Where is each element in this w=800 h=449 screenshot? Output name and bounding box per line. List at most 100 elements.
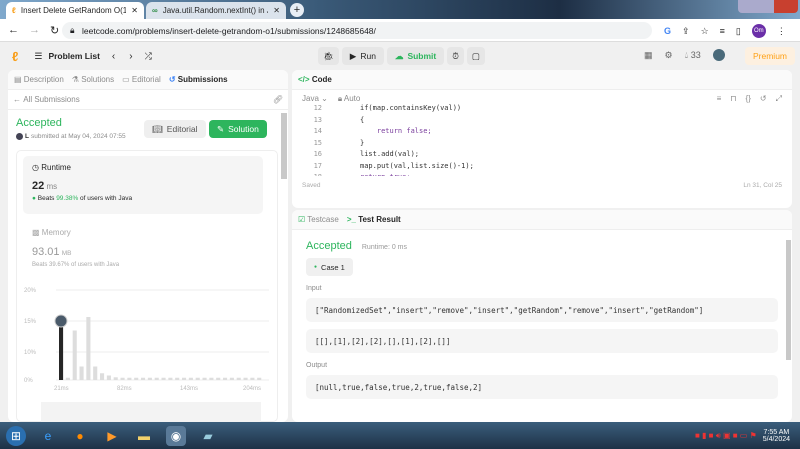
back-icon[interactable]: ← bbox=[8, 24, 19, 36]
media-player-icon[interactable]: ▶ bbox=[102, 426, 122, 446]
streak-count: 33 bbox=[690, 49, 701, 60]
reload-icon[interactable]: ↻ bbox=[50, 24, 59, 37]
tab-testcase[interactable]: ☑ Testcase bbox=[298, 215, 339, 224]
result-scrollbar[interactable] bbox=[786, 240, 791, 360]
memory-card[interactable]: ▩ Memory 93.01 MB Beats 39.67% of users … bbox=[32, 228, 119, 268]
start-button-icon[interactable]: ⊞ bbox=[6, 425, 26, 446]
username[interactable]: L bbox=[25, 133, 29, 140]
tab-submissions[interactable]: ↺ Submissions bbox=[169, 75, 228, 84]
notes-button[interactable]: ▢ bbox=[466, 47, 485, 65]
browser-tab-active[interactable]: ℓ Insert Delete GetRandom O(1) - ✕ bbox=[6, 2, 144, 19]
output-label: Output bbox=[306, 362, 328, 369]
y-tick-label: 20% bbox=[24, 288, 37, 294]
tray-icons[interactable]: ■ ▮ ■ 🔊︎ ▣ ■ ▭ ⚑ bbox=[695, 431, 757, 441]
solution-button[interactable]: ✎ Solution bbox=[209, 120, 267, 138]
tab-description[interactable]: ▤ Description bbox=[14, 75, 64, 84]
format-icon[interactable]: ≡ bbox=[717, 94, 722, 104]
all-submissions-link[interactable]: All Submissions bbox=[23, 95, 79, 104]
next-problem-icon[interactable]: › bbox=[129, 51, 132, 62]
cursor-position: Ln 31, Col 25 bbox=[743, 182, 782, 189]
app-icon[interactable]: ▰ bbox=[198, 426, 218, 446]
code-line: 12 if(map.containsKey(val)) bbox=[292, 103, 792, 115]
browser-tab[interactable]: ∞ Java.util.Random.nextInt() in Java ✕ bbox=[146, 2, 286, 19]
window-controls[interactable] bbox=[738, 0, 798, 13]
bookmark-star-icon[interactable]: ☆ bbox=[701, 26, 709, 37]
prev-problem-icon[interactable]: ‹ bbox=[112, 51, 115, 62]
streak-counter[interactable]: 💧︎ 33 bbox=[685, 50, 701, 61]
runtime-distribution-chart[interactable]: 20% 15% 10% 0% 21ms 82ms 143ms 204ms bbox=[24, 280, 274, 390]
output-value[interactable]: [null,true,false,true,2,true,false,2] bbox=[306, 375, 778, 399]
submit-button[interactable]: ☁ Submit bbox=[386, 47, 445, 65]
auto-mode[interactable]: 🔒︎ Auto bbox=[338, 94, 361, 104]
histogram-bar bbox=[236, 377, 241, 380]
url-input[interactable]: 🔒︎ leetcode.com/problems/insert-delete-ge… bbox=[62, 22, 652, 39]
gfg-favicon-icon: ∞ bbox=[152, 6, 158, 15]
braces-icon[interactable]: {} bbox=[746, 94, 751, 104]
line-number: 16 bbox=[313, 150, 322, 158]
premium-button[interactable]: Premium bbox=[745, 47, 796, 65]
close-tab-icon[interactable]: ✕ bbox=[273, 6, 280, 15]
timer-button[interactable]: ⏰︎ bbox=[447, 47, 464, 65]
histogram-bar bbox=[161, 377, 166, 380]
run-button[interactable]: ▶ Run bbox=[341, 47, 384, 65]
y-tick-label: 10% bbox=[24, 350, 37, 356]
back-arrow-icon[interactable]: ← bbox=[13, 95, 23, 104]
beats-prefix: Beats bbox=[37, 195, 55, 202]
browser-tab-bar: ℓ Insert Delete GetRandom O(1) - ✕ ∞ Java.… bbox=[0, 0, 800, 19]
histogram-bar bbox=[65, 377, 70, 380]
tab-editorial[interactable]: ▭ Editorial bbox=[122, 75, 161, 84]
shuffle-icon[interactable]: ⤮ bbox=[145, 51, 152, 62]
tab-label: Editorial bbox=[131, 75, 161, 84]
layout-icon[interactable]: ▦ bbox=[644, 50, 653, 61]
chrome-icon[interactable]: ◉ bbox=[166, 425, 186, 446]
histogram-bar bbox=[188, 377, 193, 380]
language-label: Java bbox=[302, 94, 319, 103]
debug-button[interactable]: 🐞︎ bbox=[318, 47, 339, 65]
file-explorer-icon[interactable]: ▬ bbox=[134, 426, 154, 446]
new-tab-button[interactable]: + bbox=[290, 3, 304, 17]
sidepanel-icon[interactable]: ▯ bbox=[736, 26, 741, 37]
runtime-card[interactable]: ◷ Runtime 22 ms ● Beats 99.38% of users … bbox=[23, 156, 263, 214]
problem-list-link[interactable]: Problem List bbox=[48, 51, 99, 61]
clock-time[interactable]: 7:55 AM bbox=[763, 429, 790, 436]
fullscreen-icon[interactable]: ⤢ bbox=[776, 94, 782, 104]
menu-icon[interactable]: ⋮ bbox=[777, 26, 786, 37]
line-number: 17 bbox=[313, 161, 322, 170]
left-scrollbar[interactable] bbox=[281, 113, 287, 179]
bookmark-icon[interactable]: ⊓ bbox=[730, 94, 736, 104]
input-operations[interactable]: ["RandomizedSet","insert","remove","inse… bbox=[306, 298, 778, 322]
book-icon: 📖︎ bbox=[152, 123, 163, 134]
forward-icon[interactable]: → bbox=[29, 24, 40, 36]
ie-icon[interactable]: e bbox=[38, 426, 58, 446]
histogram-bar bbox=[93, 366, 98, 380]
tab-label: Test Result bbox=[358, 215, 401, 224]
media-icon[interactable]: ≡ bbox=[720, 26, 725, 36]
firefox-icon[interactable]: ● bbox=[70, 426, 90, 446]
google-icon[interactable]: G bbox=[664, 26, 671, 36]
profile-avatar[interactable]: Om bbox=[751, 24, 766, 38]
memory-value: 93.01 bbox=[32, 246, 60, 258]
tab-test-result[interactable]: >_ Test Result bbox=[347, 215, 401, 224]
histogram-bar bbox=[202, 377, 207, 380]
link-icon[interactable]: 🔗︎ bbox=[273, 95, 283, 104]
settings-gear-icon[interactable]: ⚙ bbox=[665, 50, 673, 61]
clock-date[interactable]: 5/4/2024 bbox=[763, 436, 790, 443]
tab-solutions[interactable]: ⚗ Solutions bbox=[72, 75, 114, 84]
case-1-tab[interactable]: ● Case 1 bbox=[306, 258, 353, 276]
line-number: 15 bbox=[313, 138, 322, 147]
url-text: leetcode.com/problems/insert-delete-getr… bbox=[82, 25, 376, 36]
chart-range-selector[interactable] bbox=[41, 402, 261, 422]
code-editor[interactable]: 12 if(map.containsKey(val)) 13 {14 return f… bbox=[292, 103, 792, 176]
share-icon[interactable]: ⇪ bbox=[682, 26, 690, 37]
leetcode-logo-icon[interactable]: ℓ bbox=[12, 49, 18, 64]
code-tab[interactable]: </> Code bbox=[298, 75, 332, 84]
reset-icon[interactable]: ↺ bbox=[760, 94, 767, 104]
submission-panel: ▤ Description ⚗ Solutions ▭ Editorial ↺ … bbox=[8, 70, 288, 422]
input-arguments[interactable]: [[],[1],[2],[2],[],[1],[2],[]] bbox=[306, 329, 778, 353]
editorial-button[interactable]: 📖︎ Editorial bbox=[144, 120, 206, 138]
close-tab-icon[interactable]: ✕ bbox=[131, 6, 138, 15]
test-result-panel: ☑ Testcase >_ Test Result Accepted Runtim… bbox=[292, 210, 792, 422]
user-avatar[interactable] bbox=[712, 49, 725, 61]
submit-label: Submit bbox=[407, 51, 437, 61]
language-select[interactable]: Java ⌄ bbox=[302, 94, 328, 103]
